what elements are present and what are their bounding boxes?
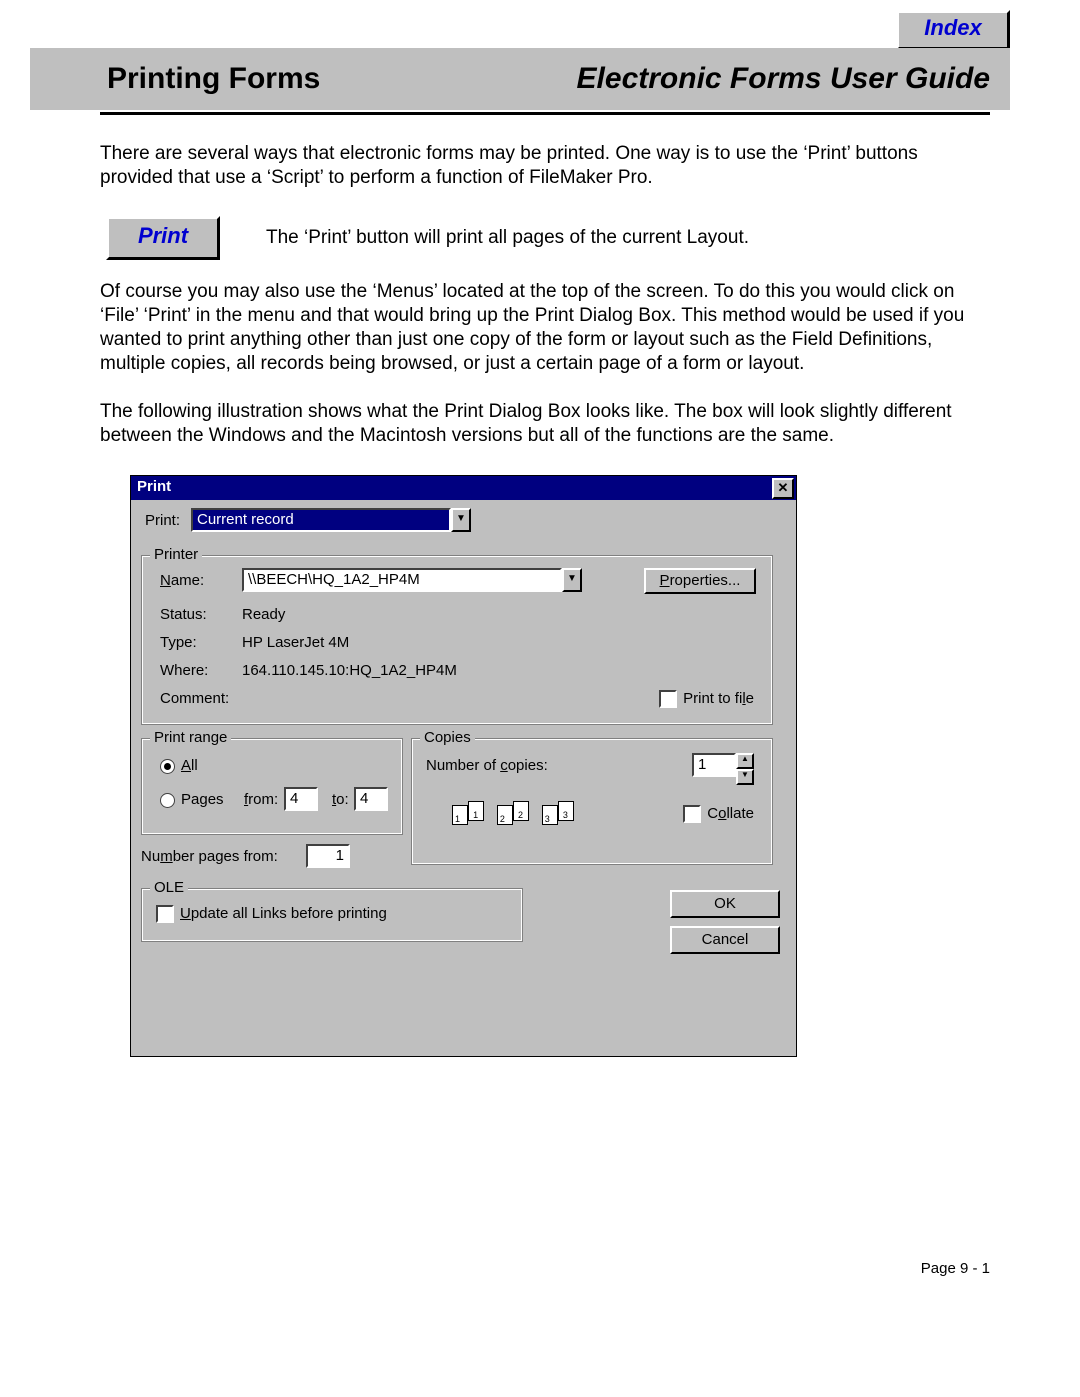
copies-label: Number of copies:	[426, 757, 548, 774]
chevron-down-icon[interactable]: ▼	[451, 508, 471, 532]
ole-legend: OLE	[150, 879, 188, 896]
cancel-button[interactable]: Cancel	[670, 926, 780, 954]
printer-groupbox: Printer Name: \\BEECH\HQ_1A2_HP4M ▼ Prop…	[141, 555, 773, 725]
copies-legend: Copies	[420, 729, 475, 746]
print-range-legend: Print range	[150, 729, 231, 746]
pages-radio[interactable]: Pages	[160, 791, 224, 808]
copies-spinner[interactable]: ▲▼	[736, 753, 754, 785]
properties-button[interactable]: Properties...	[644, 568, 756, 594]
number-pages-from-label: Number pages from:	[141, 848, 278, 865]
index-button[interactable]: Index	[896, 10, 1010, 50]
paragraph-3: The following illustration shows what th…	[100, 400, 990, 448]
number-pages-from-input[interactable]: 1	[306, 844, 350, 868]
comment-label: Comment:	[160, 690, 229, 707]
where-label: Where:	[160, 662, 208, 679]
from-input[interactable]: 4	[284, 787, 318, 811]
page-number: Page 9 - 1	[921, 1260, 990, 1277]
ole-groupbox: OLE Update all Links before printing	[141, 888, 523, 942]
copies-input[interactable]: 1	[692, 753, 736, 777]
print-scope-label: Print:	[145, 512, 180, 529]
print-to-file-checkbox[interactable]: Print to file	[659, 690, 754, 708]
ok-button[interactable]: OK	[670, 890, 780, 918]
close-icon[interactable]: ✕	[772, 478, 794, 499]
chevron-down-icon[interactable]: ▼	[562, 568, 582, 592]
paragraph-1: There are several ways that electronic f…	[100, 142, 990, 190]
guide-title: Electronic Forms User Guide	[577, 62, 990, 96]
printer-name-select[interactable]: \\BEECH\HQ_1A2_HP4M	[242, 568, 562, 592]
page-title: Printing Forms	[107, 62, 320, 96]
dialog-title: Print	[137, 478, 171, 495]
print-range-groupbox: Print range All Pages from: 4 to: 4	[141, 738, 403, 835]
copies-groupbox: Copies Number of copies: 1 ▲▼ 1 1 2 2 3 …	[411, 738, 773, 865]
print-button[interactable]: Print	[106, 216, 220, 260]
printer-legend: Printer	[150, 546, 202, 563]
print-dialog: Print ✕ Print: Current record ▼ Printer …	[130, 475, 797, 1057]
name-label: Name:	[160, 572, 204, 589]
update-links-checkbox[interactable]: Update all Links before printing	[156, 905, 387, 923]
header-band: Printing Forms Electronic Forms User Gui…	[30, 48, 1010, 110]
to-input[interactable]: 4	[354, 787, 388, 811]
dialog-titlebar: Print ✕	[131, 476, 796, 500]
type-label: Type:	[160, 634, 197, 651]
where-value: 164.110.145.10:HQ_1A2_HP4M	[242, 662, 457, 679]
print-scope-select[interactable]: Current record	[191, 508, 451, 532]
to-label: to:	[332, 791, 349, 808]
type-value: HP LaserJet 4M	[242, 634, 349, 651]
paragraph-2: Of course you may also use the ‘Menus’ l…	[100, 280, 990, 376]
from-label: from:	[244, 791, 278, 808]
status-value: Ready	[242, 606, 285, 623]
status-label: Status:	[160, 606, 207, 623]
header-rule	[100, 112, 990, 115]
print-button-description: The ‘Print’ button will print all pages …	[266, 226, 990, 250]
collate-checkbox[interactable]: Collate	[683, 805, 754, 823]
collate-preview-icon: 1 1 2 2 3 3	[452, 801, 570, 825]
all-radio[interactable]: All	[160, 757, 198, 774]
